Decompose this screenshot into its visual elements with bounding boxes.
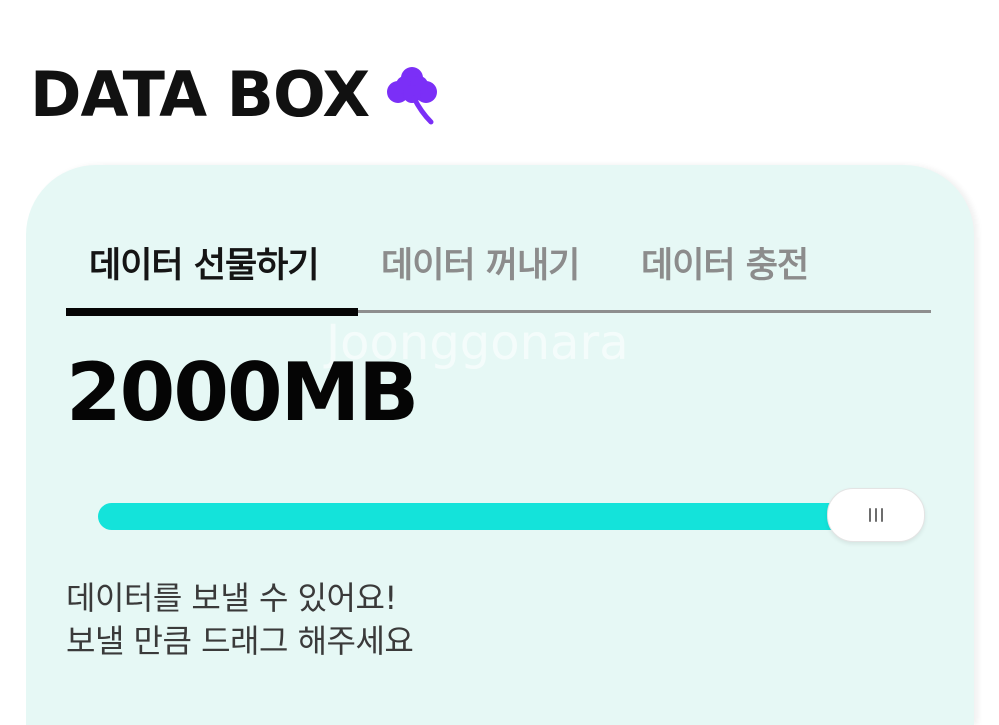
tab-data-withdraw[interactable]: 데이터 꺼내기 bbox=[381, 237, 580, 288]
active-tab-indicator bbox=[66, 308, 358, 316]
tab-data-charge[interactable]: 데이터 충전 bbox=[641, 237, 809, 288]
hint-line-1: 데이터를 보낼 수 있어요! bbox=[66, 579, 397, 617]
grip-icon bbox=[869, 508, 883, 522]
slider-handle[interactable] bbox=[827, 488, 925, 542]
tab-bar: 데이터 선물하기 데이터 꺼내기 데이터 충전 bbox=[66, 225, 931, 316]
clover-icon bbox=[387, 67, 438, 125]
data-amount: 2000MB bbox=[66, 346, 419, 439]
hint-line-2: 보낼 만큼 드래그 해주세요 bbox=[66, 622, 414, 660]
drag-hint: 데이터를 보낼 수 있어요! 보낼 만큼 드래그 해주세요 bbox=[66, 577, 414, 663]
app-header: DATA BOX bbox=[30, 60, 441, 130]
tab-data-gift[interactable]: 데이터 선물하기 bbox=[89, 237, 320, 288]
app-title: DATA BOX bbox=[30, 58, 370, 131]
data-gift-card: Joonggonara 데이터 선물하기 데이터 꺼내기 데이터 충전 2000… bbox=[26, 165, 974, 725]
slider-fill bbox=[98, 503, 868, 530]
data-amount-slider[interactable] bbox=[98, 488, 925, 544]
